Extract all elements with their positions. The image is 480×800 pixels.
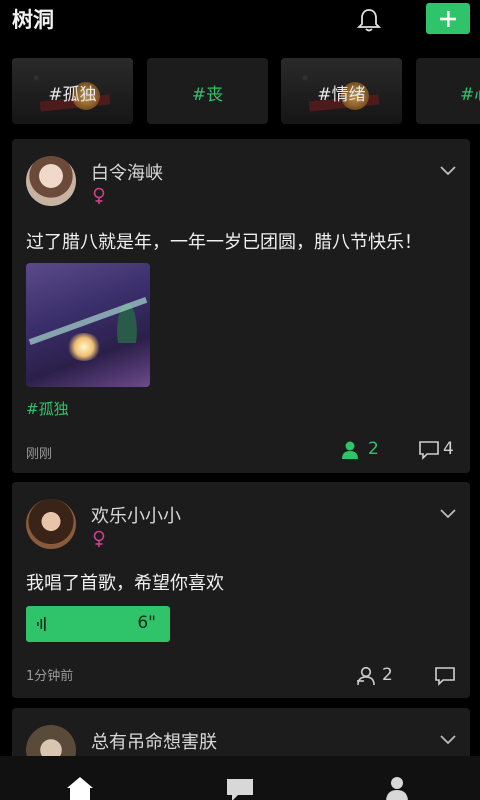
chevron-down-icon[interactable] <box>440 509 456 519</box>
person-like-icon <box>357 666 375 686</box>
topic-label: #丧 <box>191 85 224 105</box>
like-button[interactable]: 2 <box>340 439 400 460</box>
topic-chip[interactable]: #情绪 <box>281 58 402 124</box>
voice-message-player[interactable]: 6" <box>26 606 170 642</box>
app-logo: 树洞 <box>12 8 54 32</box>
post-time: 1分钟前 <box>26 669 74 684</box>
like-count: 2 <box>368 439 379 459</box>
voice-wave-icon <box>37 617 46 631</box>
topic-chip[interactable]: #孤独 <box>12 58 133 124</box>
post-card[interactable]: 欢乐小小小 我唱了首歌，希望你喜欢 6" 1分钟前 2 <box>12 482 470 698</box>
username[interactable]: 白令海峡 <box>91 159 163 185</box>
female-icon <box>93 187 105 204</box>
avatar[interactable] <box>26 156 76 206</box>
topic-chip[interactable]: #心 <box>416 58 480 124</box>
voice-duration: 6" <box>137 613 156 633</box>
username[interactable]: 欢乐小小小 <box>91 502 181 528</box>
topic-carousel: #孤独 #丧 #情绪 #心 <box>0 58 480 124</box>
female-icon <box>93 530 105 547</box>
avatar[interactable] <box>26 499 76 549</box>
like-count: 2 <box>382 665 393 685</box>
topic-label: #心 <box>460 85 480 105</box>
topic-label: #孤独 <box>48 85 97 105</box>
post-card[interactable]: 白令海峡 过了腊八就是年，一年一岁已团圆，腊八节快乐！ #孤独 刚刚 2 4 <box>12 139 470 473</box>
add-post-button[interactable] <box>426 3 470 34</box>
like-button[interactable]: 2 <box>356 665 406 686</box>
person-like-icon <box>342 441 358 459</box>
post-image[interactable] <box>26 263 150 387</box>
post-time: 刚刚 <box>26 447 53 462</box>
comment-count: 4 <box>443 439 454 459</box>
post-text: 过了腊八就是年，一年一岁已团圆，腊八节快乐！ <box>26 232 422 253</box>
profile-icon[interactable] <box>385 776 409 800</box>
bell-icon[interactable] <box>355 6 383 34</box>
chevron-down-icon[interactable] <box>440 735 456 745</box>
comment-icon <box>435 667 455 686</box>
post-tag[interactable]: #孤独 <box>26 398 69 419</box>
topic-label: #情绪 <box>317 85 366 105</box>
comment-button[interactable]: 4 <box>418 439 468 460</box>
plus-icon <box>440 11 456 27</box>
post-text: 我唱了首歌，希望你喜欢 <box>26 573 224 594</box>
chevron-down-icon[interactable] <box>440 166 456 176</box>
comment-icon <box>419 441 439 460</box>
top-bar: 树洞 <box>0 0 480 40</box>
bottom-tab-bar <box>0 756 480 800</box>
home-icon[interactable] <box>66 776 94 800</box>
username[interactable]: 总有吊命想害朕 <box>91 728 217 754</box>
chat-icon[interactable] <box>226 776 254 800</box>
comment-button[interactable] <box>434 666 458 686</box>
topic-chip[interactable]: #丧 <box>147 58 268 124</box>
